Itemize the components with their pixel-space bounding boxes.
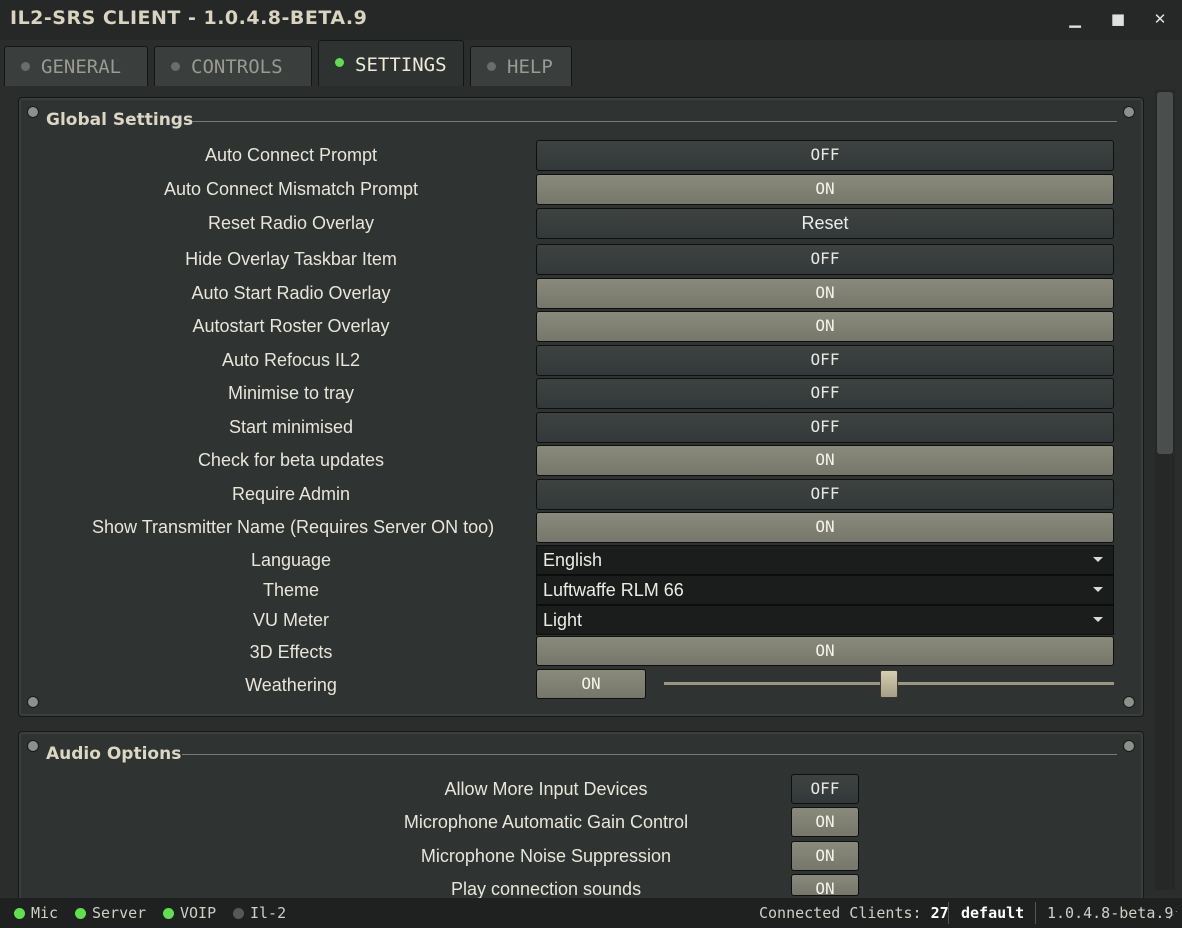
setting-toggle[interactable]: OFF xyxy=(536,140,1114,171)
setting-label: Minimise to tray xyxy=(227,383,355,403)
server-status: Server xyxy=(75,904,146,922)
status-bar: Mic Server VOIP Il-2 Connected Clients: … xyxy=(0,898,1182,928)
weathering-slider-thumb[interactable] xyxy=(880,670,898,698)
setting-label: Reset Radio Overlay xyxy=(207,213,375,233)
group-title: Audio Options xyxy=(46,744,182,764)
theme-dropdown[interactable]: Luftwaffe RLM 66 xyxy=(536,575,1114,605)
server-status-led-icon xyxy=(75,908,86,919)
audio-option-label: Microphone Automatic Gain Control xyxy=(403,812,689,832)
screw-icon xyxy=(27,106,39,118)
tab-indicator-icon xyxy=(487,62,496,71)
maximize-icon[interactable]: ■ xyxy=(1103,6,1133,32)
tab-label: CONTROLS xyxy=(191,56,283,78)
tab-indicator-icon xyxy=(171,62,180,71)
3d-effects-toggle[interactable]: ON xyxy=(536,636,1114,666)
setting-toggle[interactable]: ON xyxy=(536,311,1114,342)
voip-status: VOIP xyxy=(163,904,216,922)
setting-toggle[interactable]: OFF xyxy=(536,244,1114,275)
window-title: IL2-SRS CLIENT - 1.0.4.8-BETA.9 xyxy=(10,7,368,29)
setting-toggle[interactable]: OFF xyxy=(536,378,1114,409)
mic-status: Mic xyxy=(14,904,58,922)
setting-toggle[interactable]: ON xyxy=(536,174,1114,205)
language-label: Language xyxy=(250,550,332,570)
audio-option-label: Microphone Noise Suppression xyxy=(420,846,672,866)
setting-toggle[interactable]: OFF xyxy=(536,412,1114,443)
setting-label: Start minimised xyxy=(228,417,354,437)
tab-label: SETTINGS xyxy=(355,54,447,76)
group-title: Global Settings xyxy=(46,110,194,130)
screw-icon xyxy=(1123,696,1135,708)
tab-indicator-icon xyxy=(335,58,344,67)
setting-label: Auto Connect Prompt xyxy=(204,145,378,165)
setting-label: Hide Overlay Taskbar Item xyxy=(185,249,397,269)
version-label: 1.0.4.8-beta.9 xyxy=(1047,904,1174,922)
divider xyxy=(1035,902,1036,924)
setting-label: Auto Refocus IL2 xyxy=(221,350,361,370)
screw-icon xyxy=(27,696,39,708)
theme-label: Theme xyxy=(262,580,320,600)
setting-toggle[interactable]: ON xyxy=(536,278,1114,309)
close-icon[interactable]: ✕ xyxy=(1145,6,1175,32)
setting-toggle[interactable]: ON xyxy=(536,512,1114,543)
theme-value: Luftwaffe RLM 66 xyxy=(543,580,684,600)
connected-clients: Connected Clients: 27 xyxy=(759,904,949,922)
setting-toggle[interactable]: OFF xyxy=(536,345,1114,376)
audio-option-toggle[interactable]: ON xyxy=(791,841,859,871)
audio-option-toggle[interactable]: ON xyxy=(791,874,859,896)
connected-count: 27 xyxy=(930,904,949,922)
minimize-icon[interactable]: ▁ xyxy=(1060,6,1090,32)
divider xyxy=(182,754,1117,755)
title-bar: IL2-SRS CLIENT - 1.0.4.8-BETA.9 ▁ ■ ✕ xyxy=(0,0,1182,40)
tab-settings[interactable]: SETTINGS xyxy=(318,40,464,86)
weathering-toggle[interactable]: ON xyxy=(536,669,646,699)
setting-toggle[interactable]: ON xyxy=(536,445,1114,476)
audio-option-toggle[interactable]: OFF xyxy=(791,774,859,804)
chevron-down-icon xyxy=(1093,557,1103,562)
divider xyxy=(948,902,949,924)
setting-label: Check for beta updates xyxy=(197,450,385,470)
tab-indicator-icon xyxy=(21,62,30,71)
tab-bar: GENERAL CONTROLS SETTINGS HELP xyxy=(0,40,1182,86)
vu-meter-value: Light xyxy=(543,610,583,630)
voip-status-led-icon xyxy=(163,908,174,919)
setting-label: Show Transmitter Name (Requires Server O… xyxy=(92,517,495,537)
tab-label: HELP xyxy=(507,56,553,78)
weathering-label: Weathering xyxy=(245,675,337,695)
resize-grip-icon[interactable]: ⋰ xyxy=(1168,910,1178,921)
setting-label: Auto Connect Mismatch Prompt xyxy=(163,179,419,199)
audio-option-toggle[interactable]: ON xyxy=(791,807,859,837)
vu-meter-label: VU Meter xyxy=(252,610,330,630)
tab-controls[interactable]: CONTROLS xyxy=(154,46,312,86)
il2-status-led-icon xyxy=(233,908,244,919)
setting-label: Require Admin xyxy=(231,484,351,504)
chevron-down-icon xyxy=(1093,617,1103,622)
audio-option-label: Allow More Input Devices xyxy=(444,779,648,799)
reset-radio-overlay-button[interactable]: Reset xyxy=(536,208,1114,239)
vu-meter-dropdown[interactable]: Light xyxy=(536,605,1114,635)
chevron-down-icon xyxy=(1093,587,1103,592)
tab-label: GENERAL xyxy=(41,56,122,78)
language-value: English xyxy=(543,550,603,570)
screw-icon xyxy=(27,740,39,752)
setting-toggle[interactable]: OFF xyxy=(536,479,1114,510)
mic-status-led-icon xyxy=(14,908,25,919)
profile-name: default xyxy=(961,904,1025,922)
setting-label: Auto Start Radio Overlay xyxy=(191,283,391,303)
screw-icon xyxy=(1123,740,1135,752)
screw-icon xyxy=(1123,106,1135,118)
3d-effects-label: 3D Effects xyxy=(249,642,333,662)
tab-general[interactable]: GENERAL xyxy=(4,46,148,86)
tab-help[interactable]: HELP xyxy=(470,46,572,86)
setting-label: Autostart Roster Overlay xyxy=(192,316,390,336)
scrollbar-thumb[interactable] xyxy=(1157,92,1173,454)
language-dropdown[interactable]: English xyxy=(536,545,1114,575)
il2-status: Il-2 xyxy=(233,904,286,922)
divider xyxy=(192,121,1117,122)
